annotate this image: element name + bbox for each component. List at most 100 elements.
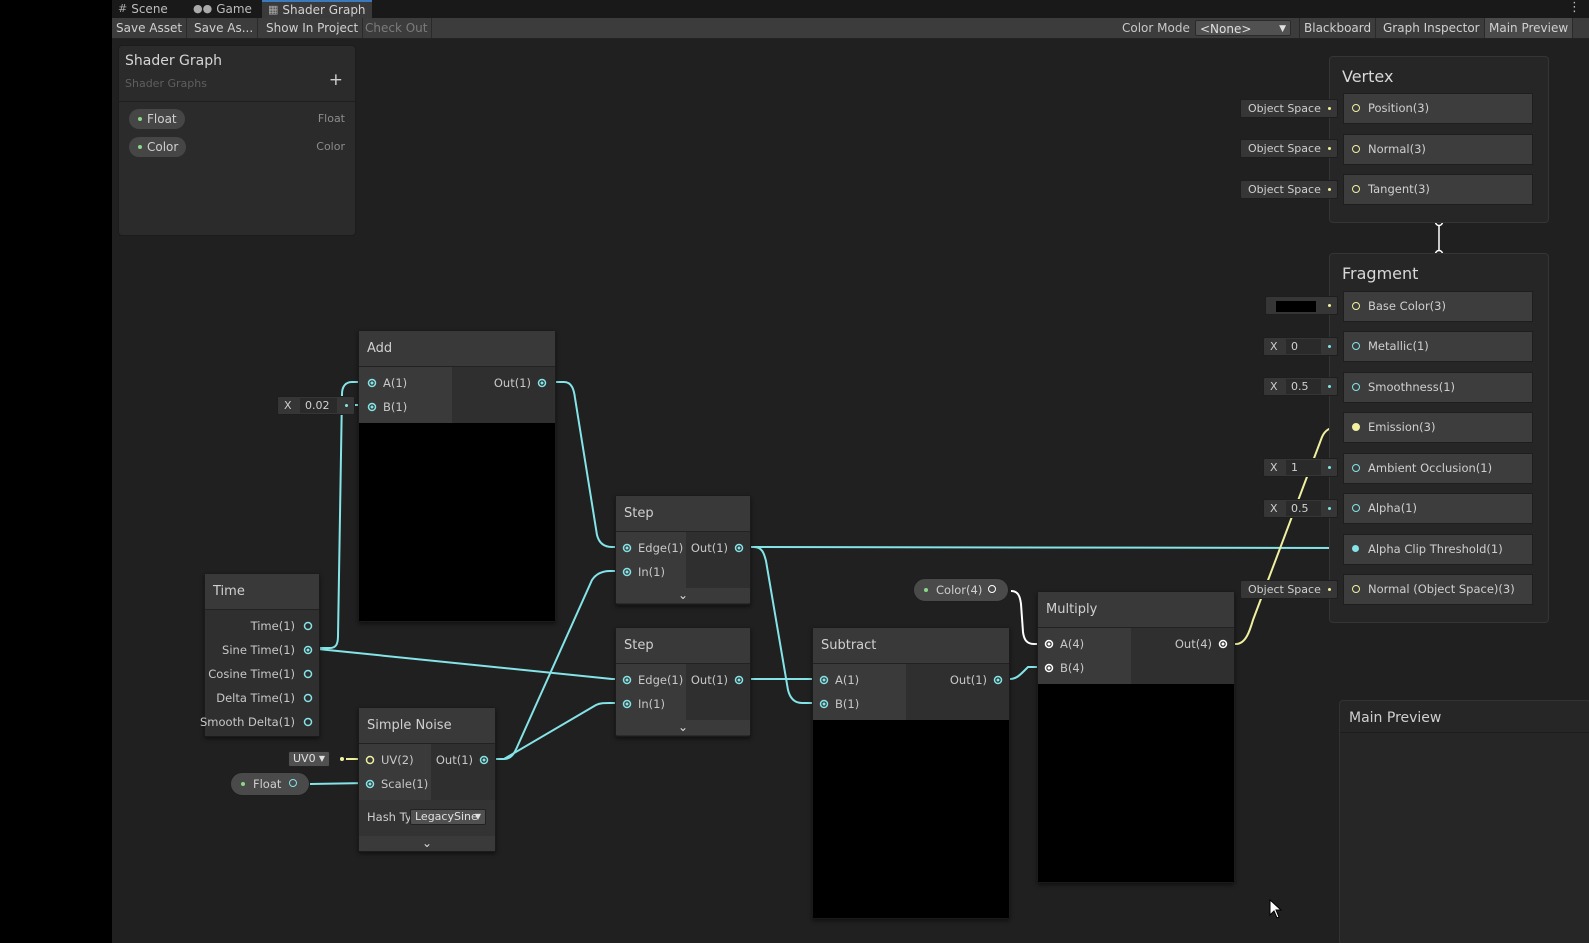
vertex-block-tangent[interactable]: Tangent(3): [1343, 174, 1533, 205]
fragment-block-normal[interactable]: Normal (Object Space)(3): [1343, 574, 1533, 605]
fragment-block-alpha-clip[interactable]: Alpha Clip Threshold(1): [1343, 534, 1533, 565]
fragment-block-alpha[interactable]: Alpha(1): [1343, 493, 1533, 524]
check-out-button[interactable]: Check Out: [361, 18, 433, 38]
more-options-icon[interactable]: ⋮: [1568, 0, 1581, 16]
input-port-a[interactable]: A(4): [1044, 632, 1084, 656]
port-icon[interactable]: [1352, 423, 1360, 431]
port-icon: [365, 755, 375, 765]
add-property-button[interactable]: +: [329, 70, 343, 90]
port-icon[interactable]: [1352, 145, 1360, 153]
input-port-b[interactable]: B(1): [367, 395, 407, 419]
input-port-edge[interactable]: Edge(1): [622, 668, 683, 692]
port-icon[interactable]: [289, 779, 297, 787]
port-icon[interactable]: [1352, 104, 1360, 112]
color-mode-dropdown[interactable]: <None> ▼: [1195, 20, 1291, 36]
port-icon: [622, 567, 632, 577]
chevron-down-icon[interactable]: ⌄: [616, 720, 750, 735]
output-port-delta-time[interactable]: Delta Time(1): [216, 686, 313, 710]
output-port-sine-time[interactable]: Sine Time(1): [222, 638, 313, 662]
base-color-field[interactable]: [1265, 296, 1338, 315]
alpha-field[interactable]: X 0.5: [1263, 499, 1338, 518]
color-property-node[interactable]: Color(4): [913, 578, 1009, 602]
port-icon: [303, 645, 313, 655]
chevron-down-icon[interactable]: ⌄: [616, 588, 750, 603]
fragment-block-smoothness[interactable]: Smoothness(1): [1343, 372, 1533, 403]
port-icon[interactable]: [1352, 302, 1360, 310]
ambient-occlusion-field[interactable]: X1: [1263, 458, 1338, 477]
subtract-node[interactable]: Subtract A(1) B(1) Out(1): [812, 627, 1010, 919]
add-node[interactable]: Add A(1) B(1) Out(1): [358, 330, 556, 622]
normal-space-field[interactable]: Object Space: [1240, 139, 1338, 158]
tab-scene[interactable]: # Scene: [118, 0, 168, 18]
fragment-block-base-color[interactable]: Base Color(3): [1343, 291, 1533, 322]
vertex-context: Vertex Position(3) Normal(3) Tangent(3): [1329, 56, 1549, 223]
float-property-node[interactable]: Float: [230, 772, 310, 796]
input-port-a[interactable]: A(1): [819, 668, 859, 692]
port-icon[interactable]: [988, 585, 996, 593]
port-dot-icon: [1328, 304, 1331, 307]
input-ports: Edge(1) In(1): [616, 664, 686, 720]
output-port[interactable]: Out(4): [1175, 632, 1228, 656]
tab-shader-graph[interactable]: ▦ Shader Graph: [262, 0, 372, 18]
save-asset-button[interactable]: Save Asset: [112, 18, 188, 38]
port-icon[interactable]: [1352, 504, 1360, 512]
vertex-block-normal[interactable]: Normal(3): [1343, 134, 1533, 165]
output-port-cosine-time[interactable]: Cosine Time(1): [208, 662, 313, 686]
port-icon[interactable]: [1352, 585, 1360, 593]
blackboard-property-color[interactable]: Color Color: [129, 137, 345, 157]
value[interactable]: 0.02: [300, 398, 337, 413]
output-port[interactable]: Out(1): [691, 668, 744, 692]
input-port-a[interactable]: A(1): [367, 371, 407, 395]
add-b-value-field[interactable]: X 0.02: [277, 396, 355, 415]
input-port-in[interactable]: In(1): [622, 560, 665, 584]
dropdown-arrow-icon: ▼: [318, 754, 325, 763]
output-port[interactable]: Out(1): [436, 748, 489, 772]
output-port[interactable]: Out(1): [950, 668, 1003, 692]
tab-game[interactable]: ●● Game: [193, 0, 252, 18]
show-in-project-button[interactable]: Show In Project: [262, 18, 364, 38]
step-node-2[interactable]: Step Edge(1) In(1) Out(1) ⌄: [615, 627, 751, 737]
input-port-b[interactable]: B(4): [1044, 656, 1084, 680]
output-port-time[interactable]: Time(1): [251, 614, 313, 638]
chevron-down-icon[interactable]: ⌄: [359, 836, 495, 851]
simple-noise-node[interactable]: Simple Noise UV(2) Scale(1) Out(1) Hash …: [358, 707, 496, 852]
main-preview-panel[interactable]: Main Preview: [1339, 700, 1589, 943]
input-port-uv[interactable]: UV(2): [365, 748, 414, 772]
port-icon[interactable]: [1352, 545, 1359, 552]
main-preview-toggle[interactable]: Main Preview: [1485, 18, 1574, 38]
divider: [119, 101, 355, 102]
input-port-b[interactable]: B(1): [819, 692, 859, 716]
property-pill[interactable]: Float: [129, 109, 185, 129]
fragment-block-metallic[interactable]: Metallic(1): [1343, 331, 1533, 362]
output-port-smooth-delta[interactable]: Smooth Delta(1): [200, 710, 313, 734]
input-port-in[interactable]: In(1): [622, 692, 665, 716]
input-port-scale[interactable]: Scale(1): [365, 772, 428, 796]
port-icon[interactable]: [1352, 383, 1360, 391]
blackboard-property-float[interactable]: Float Float: [129, 109, 345, 129]
blackboard-toggle[interactable]: Blackboard: [1299, 18, 1377, 38]
fragment-block-ambient-occlusion[interactable]: Ambient Occlusion(1): [1343, 453, 1533, 484]
input-port-edge[interactable]: Edge(1): [622, 536, 683, 560]
graph-inspector-toggle[interactable]: Graph Inspector: [1379, 18, 1485, 38]
smoothness-field[interactable]: X 0.5: [1263, 377, 1338, 396]
fragment-block-emission[interactable]: Emission(3): [1343, 412, 1533, 443]
vertex-block-position[interactable]: Position(3): [1343, 93, 1533, 124]
metallic-field[interactable]: X0: [1263, 337, 1338, 356]
time-node[interactable]: Time Time(1) Sine Time(1) Cosine Time(1)…: [200, 573, 320, 737]
position-space-field[interactable]: Object Space: [1240, 99, 1338, 118]
port-icon[interactable]: [1352, 185, 1360, 193]
color-swatch[interactable]: [1276, 300, 1316, 312]
port-icon[interactable]: [1352, 464, 1360, 472]
uv-channel-dropdown[interactable]: UV0 ▼: [288, 751, 330, 767]
step-node-1[interactable]: Step Edge(1) In(1) Out(1) ⌄: [615, 495, 751, 605]
port-icon[interactable]: [1352, 342, 1360, 350]
output-port[interactable]: Out(1): [494, 371, 547, 395]
property-pill[interactable]: Color: [129, 137, 187, 157]
save-as-button[interactable]: Save As...: [190, 18, 259, 38]
tangent-space-field[interactable]: Object Space: [1240, 180, 1338, 199]
multiply-node[interactable]: Multiply A(4) B(4) Out(4): [1037, 591, 1235, 883]
tab-bar: # Scene ●● Game ▦ Shader Graph ⋮: [112, 0, 1589, 18]
output-port[interactable]: Out(1): [691, 536, 744, 560]
normal-space-field-fragment[interactable]: Object Space: [1240, 580, 1338, 599]
hash-type-dropdown[interactable]: LegacySine ▼: [410, 809, 486, 825]
